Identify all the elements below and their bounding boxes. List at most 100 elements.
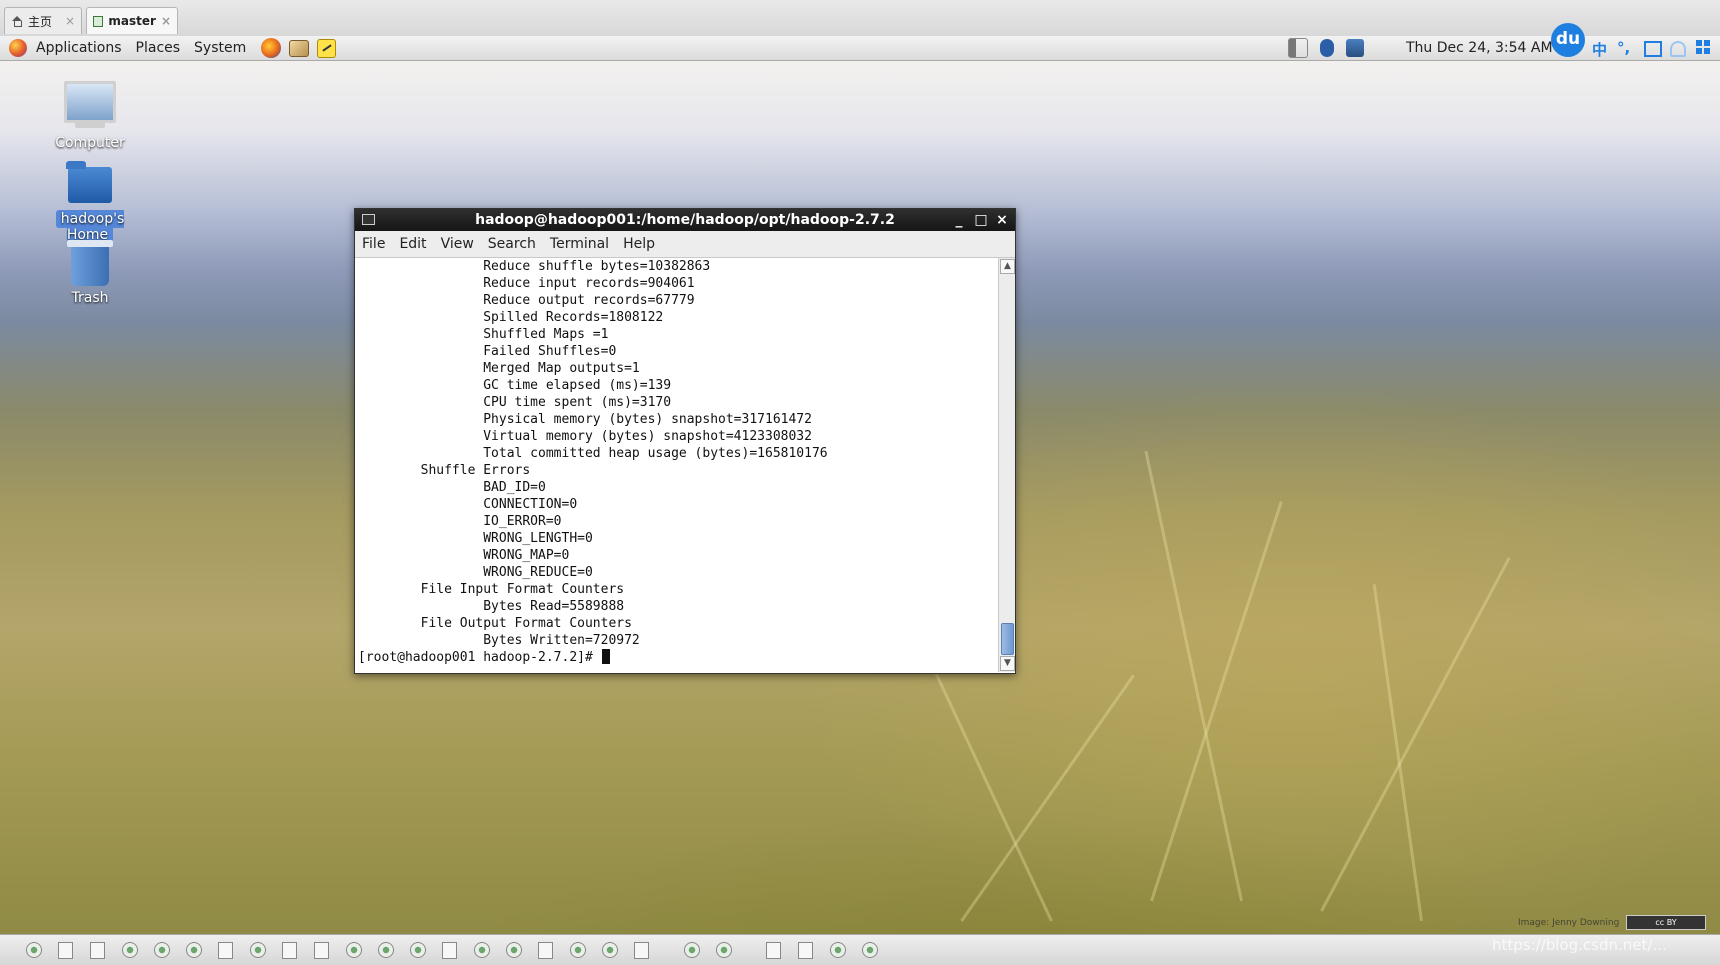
desktop-icon-computer[interactable]: Computer xyxy=(32,81,148,151)
terminal-line: BAD_ID=0 xyxy=(358,480,546,495)
terminal-line: Total committed heap usage (bytes)=16581… xyxy=(358,446,828,461)
taskbar-app-icon[interactable] xyxy=(716,942,732,958)
scroll-down-arrow-icon[interactable]: ▼ xyxy=(1000,656,1015,671)
bottom-panel xyxy=(0,934,1720,965)
desktop-icon-label: Computer xyxy=(55,135,125,151)
menu-view[interactable]: View xyxy=(434,236,481,252)
terminal-line: GC time elapsed (ms)=139 xyxy=(358,378,672,393)
vm-tab-home[interactable]: 主页 × xyxy=(4,7,82,34)
menu-applications[interactable]: Applications xyxy=(29,36,129,60)
vm-tab-label: master xyxy=(108,14,156,28)
taskbar-app-icon[interactable] xyxy=(684,942,700,958)
terminal-line: File Input Format Counters xyxy=(358,582,625,597)
system-tray xyxy=(1282,36,1370,60)
vm-tab-master[interactable]: master × xyxy=(86,7,178,34)
taskbar-document-icon[interactable] xyxy=(634,942,649,959)
desktop-icon-label: Trash xyxy=(71,290,109,306)
taskbar-document-icon[interactable] xyxy=(90,942,105,959)
taskbar-app-icon[interactable] xyxy=(474,942,490,958)
terminal-line: Virtual memory (bytes) snapshot=41233080… xyxy=(358,429,812,444)
terminal-titlebar[interactable]: hadoop@hadoop001:/home/hadoop/opt/hadoop… xyxy=(355,209,1015,231)
top-panel: Applications Places System Thu Dec 24, 3… xyxy=(0,23,1720,61)
terminal-line: Spilled Records=1808122 xyxy=(358,310,664,325)
terminal-output[interactable]: Reduce shuffle bytes=10382863 Reduce inp… xyxy=(355,258,997,672)
taskbar-app-icon[interactable] xyxy=(602,942,618,958)
bluetooth-icon[interactable] xyxy=(1320,39,1334,57)
volume-icon[interactable] xyxy=(1288,38,1308,58)
gnome-foot-icon xyxy=(9,39,27,57)
wallpaper-credit: Image: Jenny Downing xyxy=(1518,918,1620,928)
close-button[interactable]: × xyxy=(994,209,1010,231)
wheat-stalk xyxy=(1144,450,1243,902)
menu-help[interactable]: Help xyxy=(616,236,662,252)
terminal-line: Bytes Written=720972 xyxy=(358,633,640,648)
taskbar-app-icon[interactable] xyxy=(862,942,878,958)
terminal-scrollbar[interactable]: ▲ ▼ xyxy=(998,258,1015,672)
baidu-ime-logo[interactable]: du xyxy=(1551,23,1585,57)
terminal-line: WRONG_LENGTH=0 xyxy=(358,531,593,546)
note-editor-icon[interactable] xyxy=(317,38,337,58)
terminal-line: Reduce input records=904061 xyxy=(358,276,695,291)
taskbar-app-icon[interactable] xyxy=(122,942,138,958)
firefox-icon[interactable] xyxy=(261,38,282,58)
taskbar-app-icon[interactable] xyxy=(346,942,362,958)
trash-icon xyxy=(67,240,113,286)
clock[interactable]: Thu Dec 24, 3:54 AM xyxy=(1406,36,1553,60)
menu-places[interactable]: Places xyxy=(129,36,188,60)
taskbar-app-icon[interactable] xyxy=(378,942,394,958)
window-title: hadoop@hadoop001:/home/hadoop/opt/hadoop… xyxy=(475,212,895,228)
ime-chinese-toggle[interactable]: 中 xyxy=(1592,39,1607,60)
close-icon[interactable]: × xyxy=(161,14,171,28)
terminal-prompt-line[interactable]: [root@hadoop001 hadoop-2.7.2]# xyxy=(355,649,997,666)
close-icon[interactable]: × xyxy=(65,14,75,28)
menu-file[interactable]: File xyxy=(355,236,392,252)
scroll-up-arrow-icon[interactable]: ▲ xyxy=(1000,259,1015,274)
menu-system[interactable]: System xyxy=(187,36,253,60)
terminal-line: Reduce shuffle bytes=10382863 xyxy=(358,259,711,274)
text-cursor xyxy=(601,649,610,664)
menu-search[interactable]: Search xyxy=(481,236,543,252)
taskbar-app-icon[interactable] xyxy=(506,942,522,958)
terminal-line: File Output Format Counters xyxy=(358,616,632,631)
menu-terminal[interactable]: Terminal xyxy=(543,236,616,252)
taskbar-document-icon[interactable] xyxy=(58,942,73,959)
shell-prompt: [root@hadoop001 hadoop-2.7.2]# xyxy=(358,650,601,665)
cc-license-badge: cc BY xyxy=(1626,915,1706,930)
taskbar-app-icon[interactable] xyxy=(26,942,42,958)
taskbar-app-icon[interactable] xyxy=(410,942,426,958)
taskbar-document-icon[interactable] xyxy=(314,942,329,959)
desktop-icon-home[interactable]: hadoop's Home xyxy=(32,161,148,244)
taskbar-app-icon[interactable] xyxy=(570,942,586,958)
terminal-window[interactable]: hadoop@hadoop001:/home/hadoop/opt/hadoop… xyxy=(354,208,1016,674)
ime-grid-icon[interactable] xyxy=(1696,40,1710,54)
taskbar-document-icon[interactable] xyxy=(282,942,297,959)
ime-punctuation-toggle[interactable]: °, xyxy=(1617,39,1630,57)
taskbar-app-icon[interactable] xyxy=(250,942,266,958)
taskbar-app-icon[interactable] xyxy=(186,942,202,958)
taskbar-app-icon[interactable] xyxy=(154,942,170,958)
taskbar-document-icon[interactable] xyxy=(442,942,457,959)
home-folder-icon xyxy=(66,161,112,203)
taskbar-document-icon[interactable] xyxy=(798,942,813,959)
watermark: https://blog.csdn.net/... xyxy=(1492,936,1667,954)
taskbar-document-icon[interactable] xyxy=(218,942,233,959)
ime-keyboard-icon[interactable] xyxy=(1644,41,1662,57)
taskbar-app-icon[interactable] xyxy=(830,942,846,958)
mail-icon[interactable] xyxy=(289,39,310,57)
scrollbar-thumb[interactable] xyxy=(1001,623,1014,655)
network-icon[interactable] xyxy=(1346,39,1364,57)
desktop-icon-trash[interactable]: Trash xyxy=(32,240,148,306)
wheat-stalk xyxy=(960,674,1135,922)
minimize-button[interactable]: _ xyxy=(951,209,967,231)
taskbar-document-icon[interactable] xyxy=(538,942,553,959)
wheat-stalk xyxy=(1372,584,1423,922)
maximize-button[interactable]: □ xyxy=(973,209,989,231)
terminal-menubar: File Edit View Search Terminal Help xyxy=(355,231,1015,258)
terminal-line: Shuffle Errors xyxy=(358,463,531,478)
terminal-line: Reduce output records=67779 xyxy=(358,293,695,308)
home-icon xyxy=(11,15,23,27)
taskbar-document-icon[interactable] xyxy=(766,942,781,959)
computer-icon xyxy=(64,81,116,128)
menu-edit[interactable]: Edit xyxy=(392,236,433,252)
ime-user-icon[interactable] xyxy=(1670,41,1686,57)
